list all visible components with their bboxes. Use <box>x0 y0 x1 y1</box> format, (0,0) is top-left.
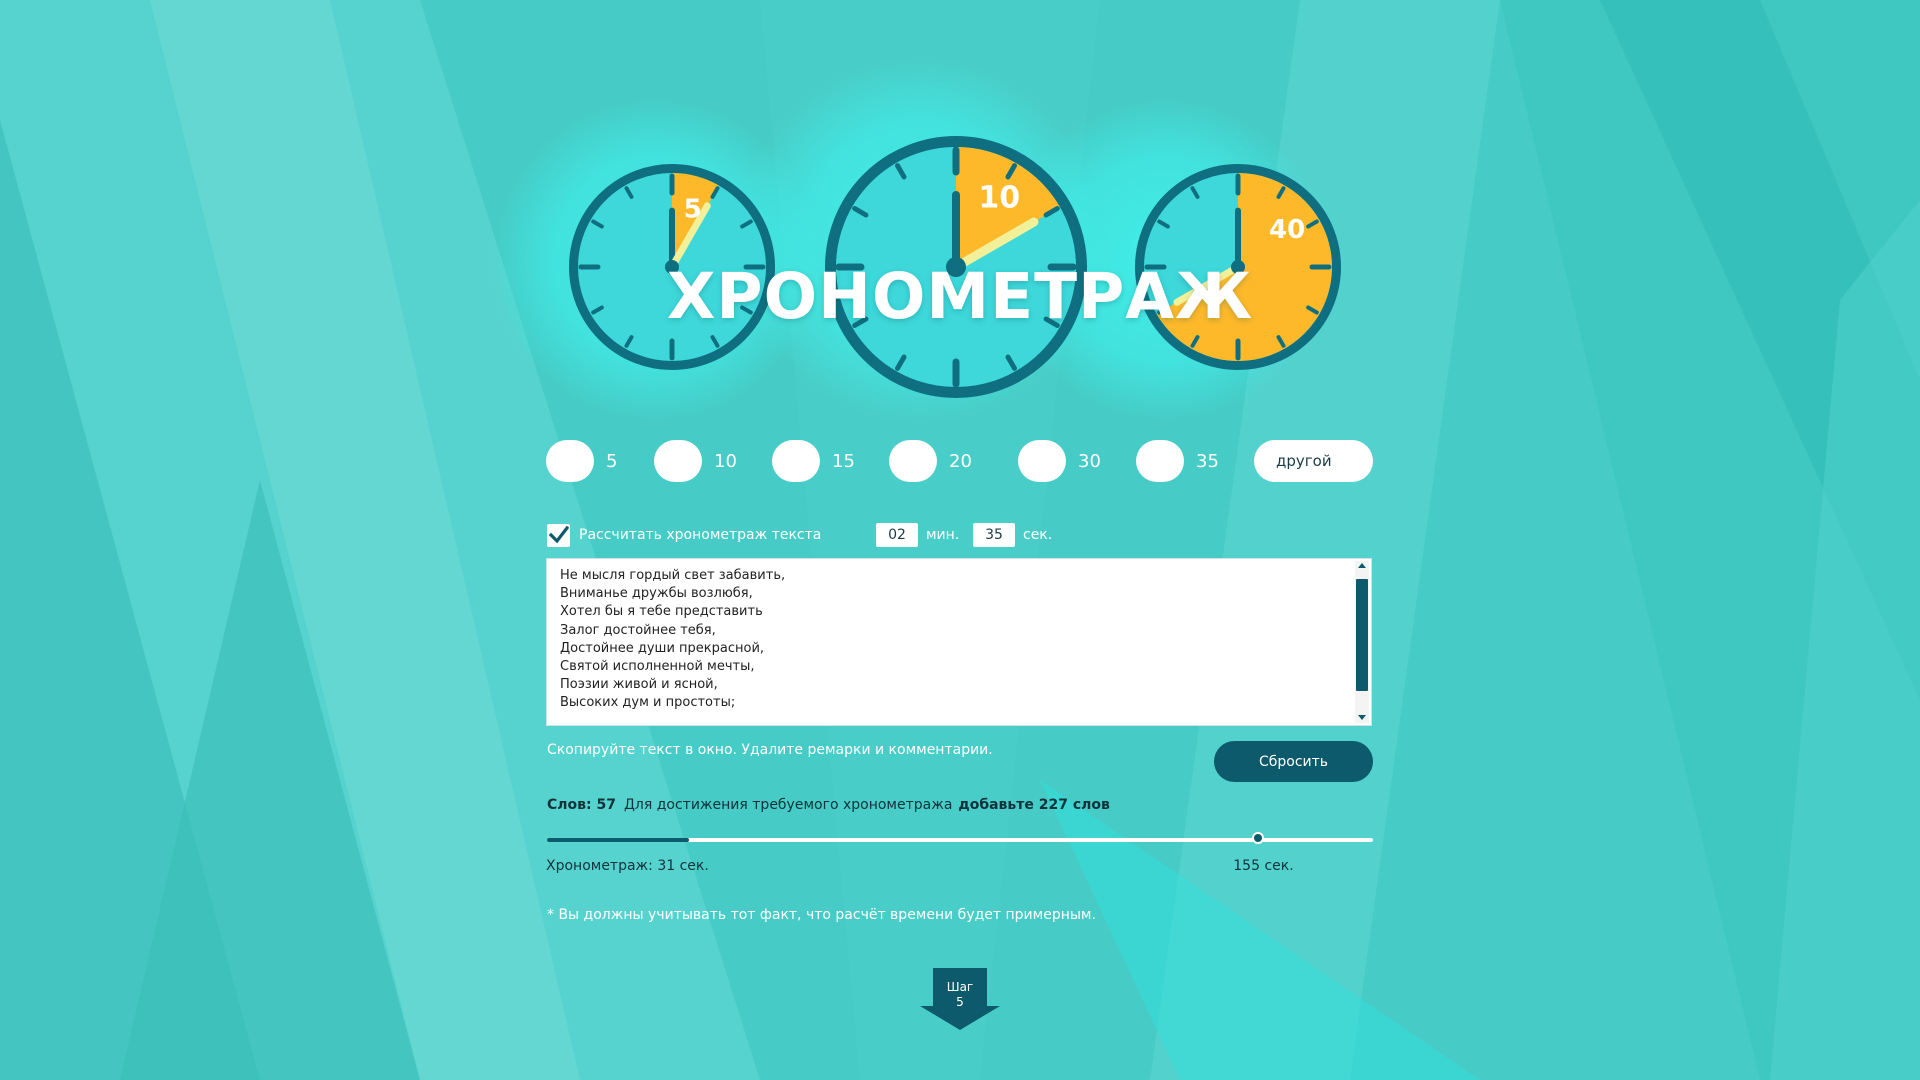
option-label: 20 <box>949 450 972 472</box>
timing-progress-fill <box>547 838 690 842</box>
option-20[interactable]: 20 <box>889 440 972 482</box>
scrollbar-thumb[interactable] <box>1356 579 1368 691</box>
stats-middle-text: Для достижения требуемого хронометража <box>623 797 953 813</box>
text-area-scrollbar[interactable] <box>1355 561 1369 723</box>
page-title: ХРОНОМЕТРАЖ <box>666 260 1254 333</box>
text-line: Вниманье дружбы возлюбя, <box>560 586 753 602</box>
option-5[interactable]: 5 <box>546 440 617 482</box>
text-line: Достойнее души прекрасной, <box>560 640 765 656</box>
target-timing-label: 155 сек. <box>1233 858 1294 874</box>
radio-circle[interactable] <box>546 440 594 482</box>
page: 5 10 40 ХРОНОМЕТРАЖ 5 10 15 20 30 35 дру… <box>0 0 1920 1080</box>
svg-text:40: 40 <box>1269 215 1305 245</box>
step-label: Шаг 5 <box>920 980 1000 1010</box>
option-label: 10 <box>714 450 737 472</box>
radio-circle[interactable] <box>1018 440 1066 482</box>
paste-hint: Скопируйте текст в окно. Удалите ремарки… <box>547 742 993 758</box>
option-label: 35 <box>1196 450 1219 472</box>
other-duration-button[interactable]: другой <box>1254 440 1373 482</box>
target-slider-handle[interactable] <box>1252 832 1265 844</box>
reset-button[interactable]: Сбросить <box>1214 741 1373 782</box>
option-10[interactable]: 10 <box>654 440 737 482</box>
current-timing-label: Хронометраж: 31 сек. <box>546 858 709 874</box>
radio-circle[interactable] <box>772 440 820 482</box>
text-line: Высоких дум и простоты; <box>560 695 736 711</box>
step-word: Шаг <box>946 980 974 994</box>
radio-circle[interactable] <box>654 440 702 482</box>
text-line: Хотел бы я тебе представить <box>560 604 763 620</box>
option-15[interactable]: 15 <box>772 440 855 482</box>
option-35[interactable]: 35 <box>1136 440 1219 482</box>
word-count: Слов: 57 <box>547 797 616 813</box>
svg-text:10: 10 <box>978 180 1020 215</box>
radio-circle[interactable] <box>889 440 937 482</box>
seconds-input[interactable] <box>973 523 1015 547</box>
text-area[interactable]: Не мысля гордый свет забавить, Вниманье … <box>546 558 1372 726</box>
seconds-unit: сек. <box>1023 527 1053 543</box>
checkmark-icon <box>549 525 569 544</box>
step-number: 5 <box>956 995 964 1009</box>
minutes-unit: мин. <box>926 527 960 543</box>
scroll-up-icon[interactable] <box>1358 563 1366 568</box>
word-stats: Слов: 57 Для достижения требуемого хроном… <box>547 797 1110 813</box>
radio-circle[interactable] <box>1136 440 1184 482</box>
calc-checkbox-label[interactable]: Рассчитать хронометраж текста <box>579 527 821 543</box>
text-line: Не мысля гордый свет забавить, <box>560 568 786 583</box>
calc-checkbox[interactable] <box>547 524 570 547</box>
option-30[interactable]: 30 <box>1018 440 1101 482</box>
text-line: Святой исполненной мечты, <box>560 659 755 675</box>
text-line: Поэзии живой и ясной, <box>560 677 718 693</box>
scroll-down-icon[interactable] <box>1358 715 1366 720</box>
text-line: Залог достойнее тебя, <box>560 622 716 638</box>
minutes-input[interactable] <box>876 523 918 547</box>
svg-text:5: 5 <box>684 194 702 224</box>
next-step-arrow[interactable]: Шаг 5 <box>920 968 1000 1030</box>
words-to-add: добавьте 227 слов <box>958 797 1110 813</box>
option-label: 30 <box>1078 450 1101 472</box>
estimate-note: * Вы должны учитывать тот факт, что расч… <box>547 907 1096 923</box>
option-label: 15 <box>832 450 855 472</box>
timing-slider[interactable] <box>547 832 1373 844</box>
option-label: 5 <box>606 450 618 472</box>
text-area-content[interactable]: Не мысля гордый свет забавить, Вниманье … <box>560 567 785 713</box>
